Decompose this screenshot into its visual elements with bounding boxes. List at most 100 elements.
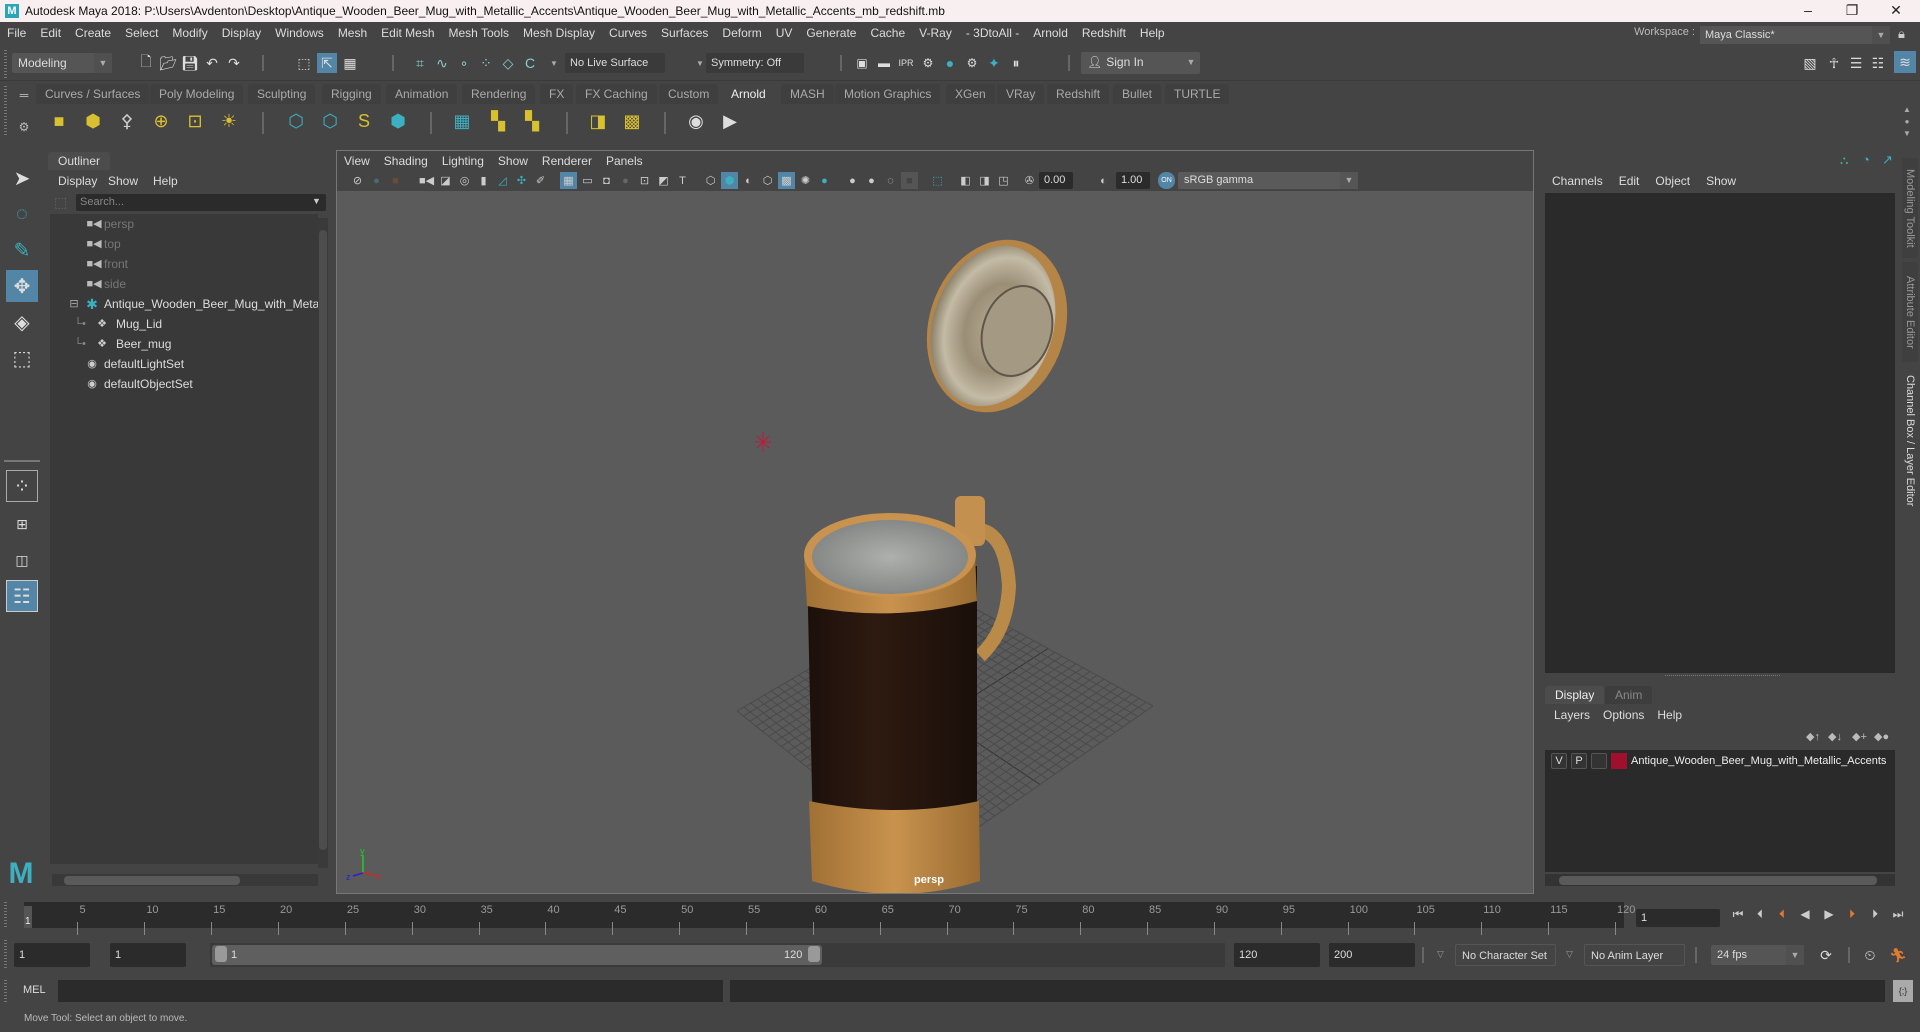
menu-deform[interactable]: Deform <box>715 22 768 44</box>
minimize-button[interactable]: – <box>1786 0 1830 22</box>
menu-help[interactable]: Help <box>1133 22 1172 44</box>
export-standin-icon[interactable]: ⬡ <box>316 107 344 135</box>
range-slider-bar[interactable] <box>212 945 822 965</box>
splitter-handle[interactable] <box>1665 675 1780 677</box>
scrollbar-thumb[interactable] <box>319 230 327 850</box>
camera-attr-icon[interactable]: ◎ <box>456 172 473 189</box>
go-to-end-icon[interactable]: ⏭ <box>1889 905 1907 923</box>
outliner-menu-show[interactable]: Show <box>108 172 138 190</box>
sign-in-button[interactable]: 👤︎ Sign In ▼ <box>1081 52 1200 74</box>
menu-3dtoall[interactable]: - 3DtoAll - <box>959 22 1026 44</box>
viewport-menu-view[interactable]: View <box>337 151 377 171</box>
animation-start-field[interactable]: 1 <box>14 943 90 967</box>
grease-pencil-icon[interactable]: ✐ <box>532 172 549 189</box>
cb-menu-channels[interactable]: Channels <box>1552 174 1603 188</box>
snap-view-plane-icon[interactable]: ⁘ <box>476 53 496 73</box>
snap-projected-center-icon[interactable]: C <box>520 53 540 73</box>
beer-mug-model[interactable] <box>755 221 1089 893</box>
workspace-select[interactable]: Maya Classic* ▼ <box>1700 26 1890 44</box>
anti-aliasing-icon[interactable]: ◌ <box>882 172 899 189</box>
bookmarks-icon[interactable]: ■ <box>387 172 404 189</box>
filter-icon[interactable]: ⬚ <box>54 194 70 210</box>
redo-icon[interactable]: ↷ <box>224 53 244 73</box>
shelf-tab-rendering[interactable]: Rendering <box>462 84 536 104</box>
new-scene-icon[interactable]: 🗋 <box>136 53 156 73</box>
xray-icon[interactable]: ◧ <box>957 172 974 189</box>
2d-pan-zoom-icon[interactable]: ✣ <box>513 172 530 189</box>
outliner-horizontal-scrollbar[interactable] <box>52 874 318 886</box>
shelf-tab-fx-caching[interactable]: FX Caching <box>576 84 657 104</box>
close-button[interactable]: ✕ <box>1874 0 1918 22</box>
render-settings-icon[interactable]: ⚙ <box>918 53 938 73</box>
rotate-tool-icon[interactable]: ◈ <box>6 306 38 338</box>
shelf-tab-vray[interactable]: VRay <box>997 84 1045 104</box>
layer-menu-options[interactable]: Options <box>1603 708 1644 722</box>
volume-icon[interactable]: ⬢ <box>384 107 412 135</box>
script-language-toggle[interactable]: MEL <box>23 984 46 996</box>
textured-icon[interactable]: ▩ <box>778 172 795 189</box>
smooth-shade-icon[interactable]: ⬢ <box>721 172 738 189</box>
outliner-menu-display[interactable]: Display <box>58 172 97 190</box>
side-tab-attribute-editor[interactable]: Attribute Editor <box>1902 262 1918 362</box>
wireframe-on-shaded-icon[interactable]: ⬡ <box>759 172 776 189</box>
cb-menu-show[interactable]: Show <box>1706 174 1736 188</box>
animation-end-field[interactable]: 200 <box>1329 943 1415 967</box>
symmetry-field[interactable]: Symmetry: Off <box>706 53 804 73</box>
shelf-menu-icon[interactable]: ═ <box>14 88 34 102</box>
play-backwards-icon[interactable]: ◀ <box>1796 905 1814 923</box>
speed-icon[interactable]: ◔ <box>1862 152 1870 167</box>
menu-modify[interactable]: Modify <box>165 22 214 44</box>
wireframe-icon[interactable]: ⬡ <box>702 172 719 189</box>
outliner-item-default-light-set[interactable]: ◉ defaultLightSet <box>50 354 318 374</box>
physical-sky-icon[interactable]: ☀ <box>215 107 243 135</box>
film-gate-icon[interactable]: ▭ <box>579 172 596 189</box>
shadows-icon[interactable]: ● <box>816 172 833 189</box>
menu-select[interactable]: Select <box>118 22 165 44</box>
select-object-icon[interactable]: ⇱ <box>317 53 337 73</box>
color-management-toggle[interactable]: ON <box>1158 172 1175 189</box>
shelf-tab-redshift[interactable]: Redshift <box>1047 84 1110 104</box>
snap-point-icon[interactable]: ∘ <box>454 53 474 73</box>
snap-live-icon[interactable]: ◇ <box>498 53 518 73</box>
cb-menu-edit[interactable]: Edit <box>1619 174 1640 188</box>
camera-icon[interactable]: ■◀ <box>418 172 435 189</box>
select-camera-icon[interactable]: ⊘ <box>349 172 366 189</box>
isolate-select-icon[interactable]: ⬚ <box>929 172 946 189</box>
lock-icon[interactable]: 🔒︎ <box>1898 26 1905 42</box>
shelf-scroll-icon[interactable]: ▲ ● ▼ <box>1900 104 1914 140</box>
new-layer-icon[interactable]: ◆+ <box>1852 730 1867 743</box>
xray-joints-icon[interactable]: ◳ <box>995 172 1012 189</box>
cb-menu-object[interactable]: Object <box>1655 174 1690 188</box>
script-editor-icon[interactable]: {;} <box>1893 980 1913 1002</box>
resolution-gate-icon[interactable]: ◘ <box>598 172 615 189</box>
layer-row[interactable]: V P Antique_Wooden_Beer_Mug_with_Metalli… <box>1545 750 1895 772</box>
mesh-light-icon[interactable]: ⬢ <box>79 107 107 135</box>
outliner-item-default-object-set[interactable]: ◉ defaultObjectSet <box>50 374 318 394</box>
use-all-lights-icon[interactable]: ✺ <box>797 172 814 189</box>
menu-display[interactable]: Display <box>215 22 268 44</box>
chevron-down-icon[interactable]: ▽ <box>1566 949 1573 960</box>
menu-cache[interactable]: Cache <box>863 22 912 44</box>
tool-settings-icon[interactable]: ☷ <box>1868 53 1888 73</box>
shelf-tab-custom[interactable]: Custom <box>659 84 719 104</box>
playback-start-field[interactable]: 1 <box>110 943 186 967</box>
menu-arnold[interactable]: Arnold <box>1026 22 1075 44</box>
menu-file[interactable]: File <box>0 22 33 44</box>
scene-canvas[interactable] <box>337 191 1533 893</box>
shelf-tab-animation[interactable]: Animation <box>386 84 458 104</box>
viewport-menu-renderer[interactable]: Renderer <box>535 151 599 171</box>
menu-mesh[interactable]: Mesh <box>331 22 374 44</box>
modeling-toolkit-icon[interactable]: ▧ <box>1800 53 1820 73</box>
menu-curves[interactable]: Curves <box>602 22 654 44</box>
menu-mesh-tools[interactable]: Mesh Tools <box>442 22 516 44</box>
shelf-tab-rigging[interactable]: Rigging <box>322 84 381 104</box>
new-layer-selected-icon[interactable]: ◆● <box>1874 730 1889 743</box>
render-play-icon[interactable]: ▶ <box>716 107 744 135</box>
menu-redshift[interactable]: Redshift <box>1075 22 1133 44</box>
cmdline-grip[interactable] <box>4 980 7 1002</box>
chevron-down-icon[interactable]: ▽ <box>1437 949 1444 960</box>
light-editor-icon[interactable]: ✦ <box>984 53 1004 73</box>
step-forward-frame-icon[interactable]: ⏵ <box>1843 905 1861 923</box>
shelf-grip[interactable] <box>4 86 7 136</box>
undo-icon[interactable]: ↶ <box>202 53 222 73</box>
